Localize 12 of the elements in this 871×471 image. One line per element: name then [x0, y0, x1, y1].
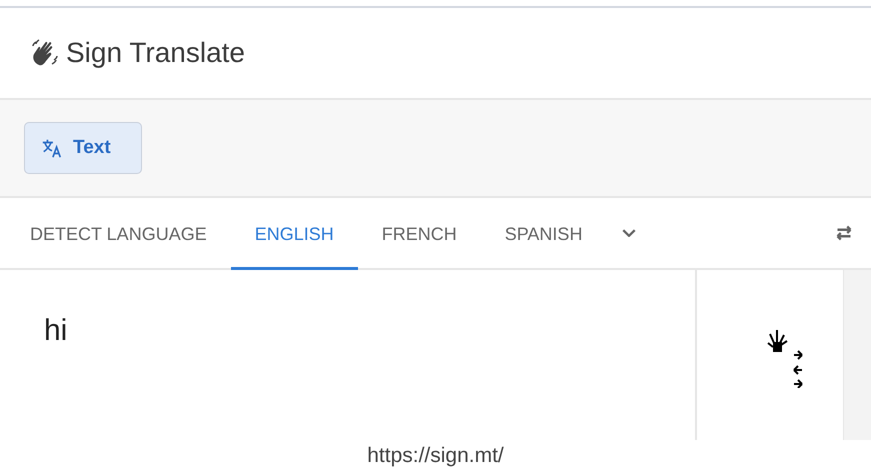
language-tab[interactable]: SPANISH — [480, 198, 606, 270]
translate-icon — [41, 137, 63, 159]
signwriting-drawing — [765, 328, 805, 388]
waving-hand-icon — [30, 38, 60, 68]
chevron-down-icon — [622, 229, 636, 237]
app-title: Sign Translate — [66, 37, 245, 69]
language-tab[interactable]: ENGLISH — [230, 198, 358, 270]
page-url: https://sign.mt/ — [367, 444, 504, 468]
language-tab[interactable]: FRENCH — [358, 198, 481, 270]
text-mode-button[interactable]: Text — [24, 122, 142, 174]
text-input[interactable]: hi — [44, 314, 68, 348]
language-tab[interactable]: DETECT LANGUAGE — [0, 198, 231, 270]
